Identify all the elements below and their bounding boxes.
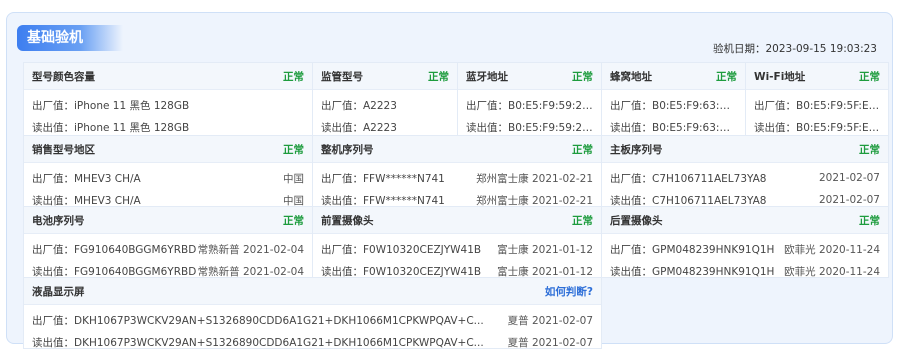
panel-title: 基础验机 xyxy=(17,25,123,51)
cell-cellular: 蜂窝地址 正常 出厂值：B0:E5:F9:63:A5:CB 读出值：B0:E5:… xyxy=(601,62,746,136)
factory-origin: 中国 xyxy=(283,172,304,185)
cell-header: 整机序列号 正常 xyxy=(313,136,601,163)
read-origin: 欧菲光 2020-11-24 xyxy=(784,265,880,278)
factory-value: 出厂值：F0W10320CEZJYW41B xyxy=(321,243,482,256)
factory-value: 出厂值：B0:E5:F9:63:A5:CB xyxy=(610,99,737,112)
factory-value-row: 出厂值：F0W10320CEZJYW41B 富士康 2021-01-12 xyxy=(313,238,601,260)
factory-value-row: 出厂值：DKH1067P3WCKV29AN+S1326890CDD6A1G21+… xyxy=(24,309,601,331)
cell-header: 型号颜色容量 正常 xyxy=(24,63,312,90)
read-value: 读出值：iPhone 11 黑色 128GB xyxy=(32,121,190,134)
status-badge: 正常 xyxy=(859,143,880,156)
status-badge: 正常 xyxy=(283,143,304,156)
cell-header: 蓝牙地址 正常 xyxy=(458,63,601,90)
cell-header: 主板序列号 正常 xyxy=(602,136,888,163)
cell-title: Wi-Fi地址 xyxy=(754,70,806,83)
factory-value-row: 出厂值：C7H106711AEL73YA8 2021-02-07 xyxy=(602,167,888,189)
cell-title: 销售型号地区 xyxy=(32,143,95,156)
factory-value-row: 出厂值：GPM048239HNK91Q1H 欧菲光 2020-11-24 xyxy=(602,238,888,260)
inspection-grid: 型号颜色容量 正常 出厂值：iPhone 11 黑色 128GB 读出值：iPh… xyxy=(23,62,889,350)
cell-header: 蜂窝地址 正常 xyxy=(602,63,745,90)
how-to-judge-link[interactable]: 如何判断? xyxy=(545,284,593,299)
factory-value: 出厂值：FG910640BGGM6YRBD xyxy=(32,243,197,256)
read-value: 读出值：GPM048239HNK91Q1H xyxy=(610,265,775,278)
status-badge: 正常 xyxy=(572,70,593,83)
factory-value-row: 出厂值：MHEV3 CH/A 中国 xyxy=(24,167,312,189)
read-value: 读出值：DKH1067P3WCKV29AN+S1326890CDD6A1G21+… xyxy=(32,336,484,349)
cell-title: 主板序列号 xyxy=(610,143,663,156)
factory-value: 出厂值：iPhone 11 黑色 128GB xyxy=(32,99,190,112)
read-value: 读出值：B0:E5:F9:63:A5:CB xyxy=(610,121,737,134)
cell-title: 前置摄像头 xyxy=(321,214,374,227)
factory-value: 出厂值：FFW******N741 xyxy=(321,172,445,185)
cell-header: 前置摄像头 正常 xyxy=(313,207,601,234)
cell-title: 后置摄像头 xyxy=(610,214,663,227)
read-value: 读出值：B0:E5:F9:59:20:EA xyxy=(466,121,593,134)
cell-title: 电池序列号 xyxy=(32,214,85,227)
basic-inspection-panel: 基础验机 验机日期：2023-09-15 19:03:23 型号颜色容量 正常 … xyxy=(6,12,893,349)
cell-region: 销售型号地区 正常 出厂值：MHEV3 CH/A 中国 读出值：MHEV3 CH/… xyxy=(23,135,313,207)
read-value-row: 读出值：GPM048239HNK91Q1H 欧菲光 2020-11-24 xyxy=(602,260,888,282)
factory-origin: 常熟新普 2021-02-04 xyxy=(197,243,304,256)
factory-origin: 欧菲光 2020-11-24 xyxy=(784,243,880,256)
cell-header: 监管型号 正常 xyxy=(313,63,457,90)
status-badge: 正常 xyxy=(859,214,880,227)
status-badge: 正常 xyxy=(859,70,880,83)
cell-rear-camera: 后置摄像头 正常 出厂值：GPM048239HNK91Q1H 欧菲光 2020-1… xyxy=(601,206,889,278)
cell-title: 蜂窝地址 xyxy=(610,70,652,83)
cell-model: 型号颜色容量 正常 出厂值：iPhone 11 黑色 128GB 读出值：iPh… xyxy=(23,62,313,136)
read-origin: 夏普 2021-02-07 xyxy=(507,336,593,349)
status-badge: 正常 xyxy=(283,214,304,227)
factory-origin: 2021-02-07 xyxy=(818,172,880,184)
cell-display: 液晶显示屏 如何判断? 出厂值：DKH1067P3WCKV29AN+S13268… xyxy=(23,277,602,349)
factory-value-row: 出厂值：FG910640BGGM6YRBD 常熟新普 2021-02-04 xyxy=(24,238,312,260)
cell-serial: 整机序列号 正常 出厂值：FFW******N741 郑州富士康 2021-02-… xyxy=(312,135,602,207)
factory-value-row: 出厂值：FFW******N741 郑州富士康 2021-02-21 xyxy=(313,167,601,189)
read-origin: 2021-02-07 xyxy=(818,194,880,206)
cell-title: 蓝牙地址 xyxy=(466,70,508,83)
status-badge: 正常 xyxy=(572,214,593,227)
read-value-row: 读出值：DKH1067P3WCKV29AN+S1326890CDD6A1G21+… xyxy=(24,331,601,353)
cell-title: 液晶显示屏 xyxy=(32,285,85,298)
factory-value: 出厂值：B0:E5:F9:5F:EB:2A xyxy=(754,99,880,112)
cell-title: 型号颜色容量 xyxy=(32,70,95,83)
cell-battery: 电池序列号 正常 出厂值：FG910640BGGM6YRBD 常熟新普 2021-… xyxy=(23,206,313,278)
cell-front-camera: 前置摄像头 正常 出厂值：F0W10320CEZJYW41B 富士康 2021-0… xyxy=(312,206,602,278)
factory-value: 出厂值：A2223 xyxy=(321,99,397,112)
cell-header: 液晶显示屏 如何判断? xyxy=(24,278,601,305)
cell-header: 后置摄像头 正常 xyxy=(602,207,888,234)
factory-value-row: 出厂值：iPhone 11 黑色 128GB xyxy=(24,94,312,116)
cell-header: Wi-Fi地址 正常 xyxy=(746,63,888,90)
factory-value-row: 出厂值：B0:E5:F9:5F:EB:2A xyxy=(746,94,888,116)
read-value: 读出值：B0:E5:F9:5F:EB:2A xyxy=(754,121,880,134)
cell-header: 销售型号地区 正常 xyxy=(24,136,312,163)
factory-origin: 夏普 2021-02-07 xyxy=(507,314,593,327)
factory-value-row: 出厂值：B0:E5:F9:63:A5:CB xyxy=(602,94,745,116)
factory-value: 出厂值：B0:E5:F9:59:20:EA xyxy=(466,99,593,112)
cell-header: 电池序列号 正常 xyxy=(24,207,312,234)
factory-value: 出厂值：DKH1067P3WCKV29AN+S1326890CDD6A1G21+… xyxy=(32,314,484,327)
check-date: 验机日期：2023-09-15 19:03:23 xyxy=(712,43,877,55)
factory-value: 出厂值：C7H106711AEL73YA8 xyxy=(610,172,767,185)
cell-wifi: Wi-Fi地址 正常 出厂值：B0:E5:F9:5F:EB:2A 读出值：B0:… xyxy=(745,62,889,136)
cell-bluetooth: 蓝牙地址 正常 出厂值：B0:E5:F9:59:20:EA 读出值：B0:E5:… xyxy=(457,62,602,136)
status-badge: 正常 xyxy=(716,70,737,83)
factory-value-row: 出厂值：B0:E5:F9:59:20:EA xyxy=(458,94,601,116)
factory-value: 出厂值：GPM048239HNK91Q1H xyxy=(610,243,775,256)
cell-board: 主板序列号 正常 出厂值：C7H106711AEL73YA8 2021-02-07… xyxy=(601,135,889,207)
read-value: 读出值：A2223 xyxy=(321,121,397,134)
factory-value-row: 出厂值：A2223 xyxy=(313,94,457,116)
status-badge: 正常 xyxy=(428,70,449,83)
status-badge: 正常 xyxy=(283,70,304,83)
factory-origin: 郑州富士康 2021-02-21 xyxy=(476,172,593,185)
factory-value: 出厂值：MHEV3 CH/A xyxy=(32,172,141,185)
cell-title: 整机序列号 xyxy=(321,143,374,156)
cell-title: 监管型号 xyxy=(321,70,363,83)
factory-origin: 富士康 2021-01-12 xyxy=(497,243,593,256)
status-badge: 正常 xyxy=(572,143,593,156)
cell-regulatory: 监管型号 正常 出厂值：A2223 读出值：A2223 xyxy=(312,62,458,136)
